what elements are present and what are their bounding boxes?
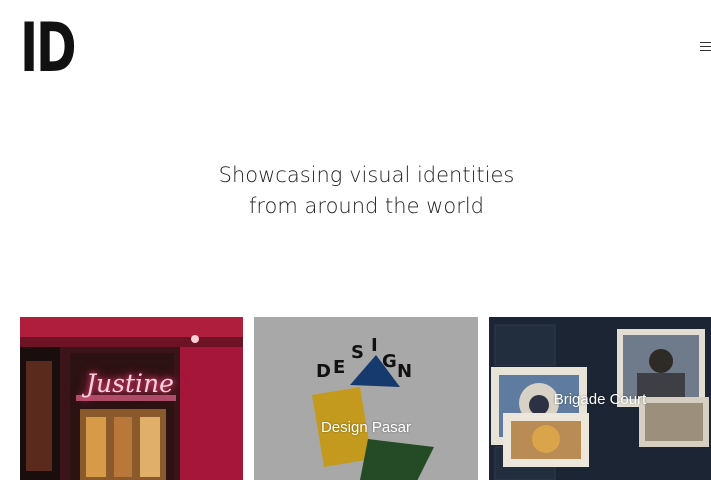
neon-sign-text: Justine (86, 369, 174, 398)
project-card-brigade-court[interactable]: Brigade Court (489, 317, 711, 480)
design-pasar-image (254, 317, 478, 480)
hero-tagline: Showcasing visual identities from around… (0, 160, 711, 222)
hero-line-2: from around the world (248, 194, 485, 218)
card-label: Design Pasar (320, 419, 412, 436)
menu-bar (700, 42, 711, 43)
design-letter: I (371, 335, 378, 356)
site-logo[interactable]: ID (20, 15, 77, 83)
storefront-image (20, 317, 243, 480)
menu-bar (700, 50, 711, 51)
design-letter: S (351, 342, 364, 363)
project-card-design-pasar[interactable]: D E S I G N Design Pasar (254, 317, 478, 480)
hamburger-menu-icon[interactable] (700, 42, 711, 54)
design-letter: G (382, 351, 397, 372)
project-card-justine[interactable]: Justine (20, 317, 243, 480)
hero-line-1: Showcasing visual identities (218, 163, 515, 187)
design-letter: N (397, 361, 413, 382)
card-label: Brigade Court (553, 391, 647, 408)
design-letter: D (316, 361, 331, 382)
menu-bar (700, 46, 711, 47)
design-letter: E (333, 357, 346, 378)
